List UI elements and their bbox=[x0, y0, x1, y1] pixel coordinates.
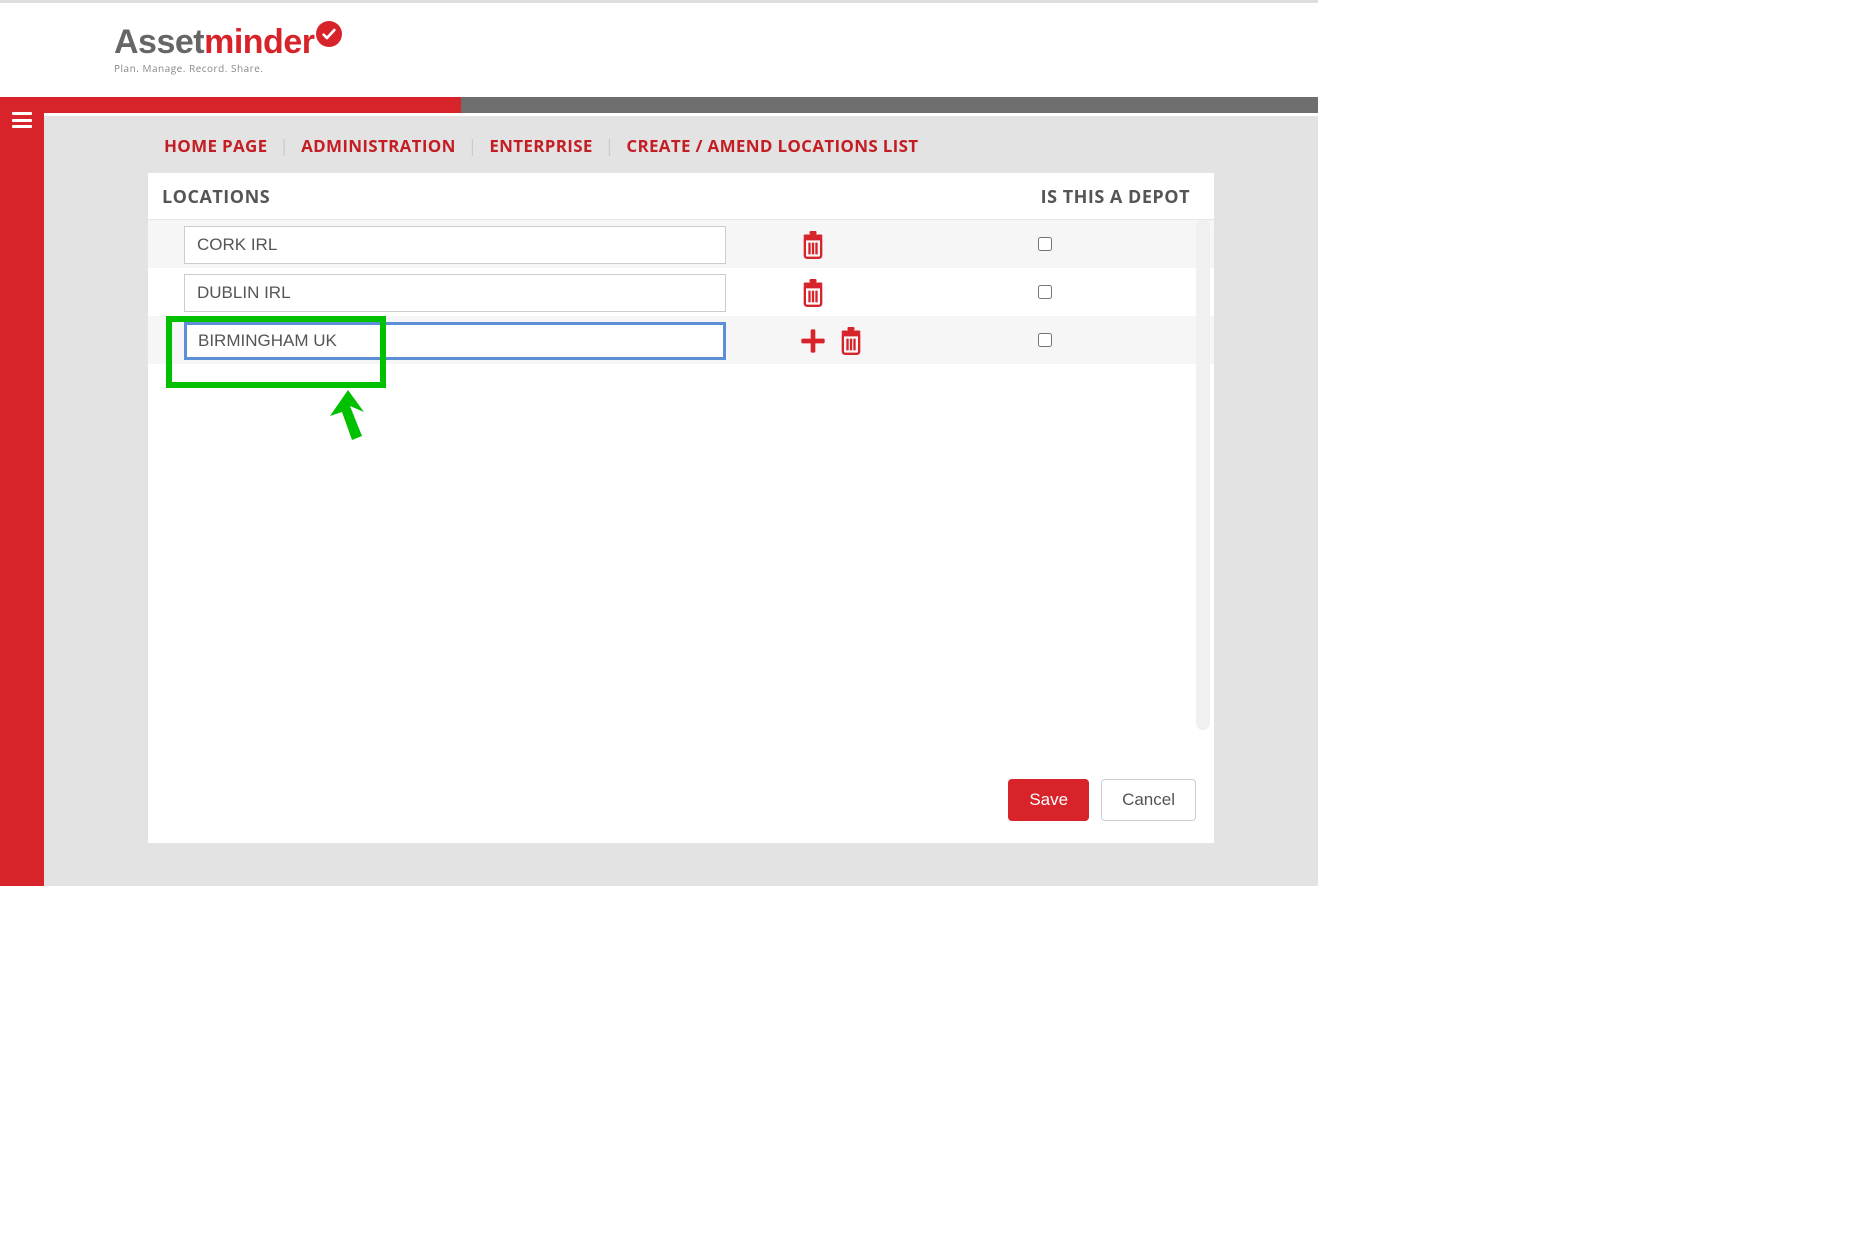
add-icon[interactable] bbox=[798, 326, 828, 356]
hamburger-icon[interactable] bbox=[12, 112, 32, 128]
breadcrumb-current: CREATE / AMEND LOCATIONS LIST bbox=[626, 134, 918, 157]
depot-checkbox[interactable] bbox=[1038, 237, 1052, 251]
breadcrumb-enterprise[interactable]: ENTERPRISE bbox=[489, 134, 592, 157]
brand-word-asset: Asset bbox=[114, 25, 204, 59]
brand-word-minder: minder bbox=[204, 25, 314, 59]
logo-bar: Assetminder Plan. Manage. Record. Share. bbox=[0, 3, 1318, 97]
breadcrumb-sep: | bbox=[605, 134, 615, 157]
locations-grid bbox=[148, 220, 1214, 364]
trash-icon[interactable] bbox=[798, 278, 828, 308]
save-button[interactable]: Save bbox=[1008, 779, 1089, 821]
cancel-button[interactable]: Cancel bbox=[1101, 779, 1196, 821]
trash-icon[interactable] bbox=[836, 326, 866, 356]
panel-title: LOCATIONS bbox=[162, 185, 270, 209]
location-input[interactable] bbox=[184, 322, 726, 360]
location-row bbox=[148, 220, 1214, 268]
location-row bbox=[148, 316, 1214, 364]
card-header: LOCATIONS IS THIS A DEPOT bbox=[148, 173, 1214, 220]
nav-stripe bbox=[0, 97, 1318, 113]
location-input[interactable] bbox=[184, 226, 726, 264]
breadcrumb-sep: | bbox=[279, 134, 289, 157]
depot-checkbox[interactable] bbox=[1038, 285, 1052, 299]
brand-tagline: Plan. Manage. Record. Share. bbox=[114, 61, 342, 75]
trash-icon[interactable] bbox=[798, 230, 828, 260]
depot-checkbox[interactable] bbox=[1038, 333, 1052, 347]
brand-check-icon bbox=[316, 21, 342, 47]
locations-card: LOCATIONS IS THIS A DEPOT Save Cancel bbox=[148, 173, 1214, 843]
panel-depot-header: IS THIS A DEPOT bbox=[1041, 185, 1190, 209]
location-input[interactable] bbox=[184, 274, 726, 312]
breadcrumb-home[interactable]: HOME PAGE bbox=[164, 134, 267, 157]
location-row bbox=[148, 268, 1214, 316]
content-area: HOME PAGE | ADMINISTRATION | ENTERPRISE … bbox=[44, 116, 1318, 886]
brand-logo: Assetminder Plan. Manage. Record. Share. bbox=[114, 25, 342, 75]
scrollbar[interactable] bbox=[1196, 220, 1210, 730]
card-footer: Save Cancel bbox=[1008, 779, 1196, 821]
breadcrumb: HOME PAGE | ADMINISTRATION | ENTERPRISE … bbox=[44, 116, 1318, 173]
breadcrumb-sep: | bbox=[468, 134, 478, 157]
sidebar bbox=[0, 100, 44, 886]
annotation-arrow-icon bbox=[330, 390, 376, 454]
breadcrumb-admin[interactable]: ADMINISTRATION bbox=[301, 134, 456, 157]
